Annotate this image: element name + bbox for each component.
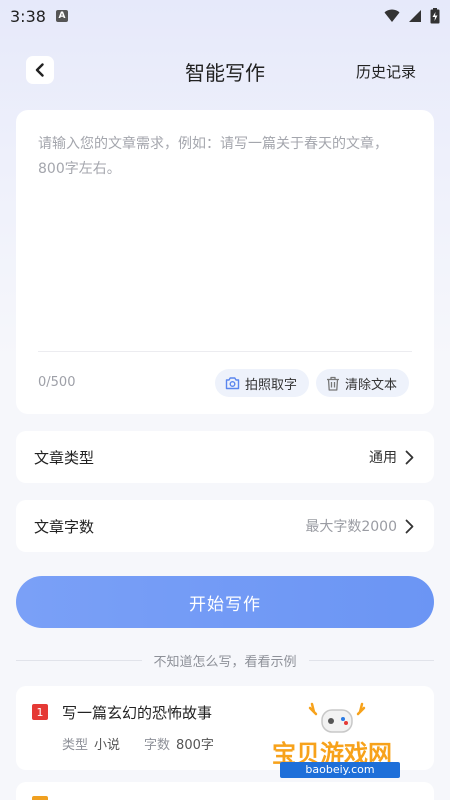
example-item[interactable] bbox=[16, 782, 434, 800]
example-rank-badge: 1 bbox=[32, 704, 48, 720]
trash-icon bbox=[327, 376, 339, 391]
example-type-value: 小说 bbox=[94, 738, 121, 753]
wifi-icon bbox=[384, 9, 400, 22]
photo-ocr-label: 拍照取字 bbox=[245, 377, 298, 393]
clear-text-label: 清除文本 bbox=[345, 377, 398, 393]
example-words-value: 800字 bbox=[176, 738, 214, 753]
status-time: 3:38 bbox=[10, 6, 46, 26]
word-count-label: 文章字数 bbox=[34, 517, 95, 536]
divider-line-left bbox=[16, 659, 142, 661]
notification-a-icon: A bbox=[55, 10, 68, 22]
watermark-url: baobeiy.com bbox=[280, 762, 400, 778]
watermark: 宝贝游戏网 baobeiy.com bbox=[268, 702, 428, 782]
status-bar: 3:38 A bbox=[0, 0, 450, 32]
example-rank-badge bbox=[32, 796, 48, 800]
examples-divider: 不知道怎么写，看看示例 bbox=[16, 650, 435, 670]
photo-ocr-button[interactable]: 拍照取字 bbox=[215, 369, 310, 397]
article-request-input[interactable]: 请输入您的文章需求，例如：请写一篇关于春天的文章，800字左右。 0/500 拍… bbox=[16, 110, 434, 414]
input-placeholder: 请输入您的文章需求，例如：请写一篇关于春天的文章，800字左右。 bbox=[38, 136, 388, 177]
example-meta: 类型 小说 字数 800字 bbox=[62, 734, 232, 753]
article-type-value: 通用 bbox=[369, 450, 397, 466]
char-counter: 0/500 bbox=[38, 375, 76, 390]
header: 智能写作 历史记录 bbox=[0, 48, 450, 92]
status-icons bbox=[384, 8, 440, 24]
word-count-selector[interactable]: 文章字数 最大字数2000 bbox=[16, 500, 434, 552]
article-type-selector[interactable]: 文章类型 通用 bbox=[16, 431, 434, 483]
input-divider bbox=[38, 351, 412, 352]
history-link[interactable]: 历史记录 bbox=[356, 61, 416, 82]
word-count-value: 最大字数2000 bbox=[305, 519, 397, 535]
article-type-label: 文章类型 bbox=[34, 448, 95, 467]
example-words-label: 字数 bbox=[144, 738, 171, 753]
divider-line-right bbox=[308, 659, 435, 661]
chevron-right-icon bbox=[405, 450, 414, 464]
gamepad-logo-icon bbox=[308, 702, 366, 733]
example-title: 写一篇玄幻的恐怖故事 bbox=[62, 704, 213, 722]
example-type-label: 类型 bbox=[62, 738, 89, 753]
start-writing-button[interactable]: 开始写作 bbox=[16, 576, 434, 628]
examples-hint: 不知道怎么写，看看示例 bbox=[153, 654, 297, 670]
chevron-right-icon bbox=[405, 519, 414, 533]
signal-icon bbox=[409, 10, 421, 22]
camera-icon bbox=[225, 377, 240, 390]
clear-text-button[interactable]: 清除文本 bbox=[316, 369, 410, 397]
battery-icon bbox=[430, 8, 440, 24]
